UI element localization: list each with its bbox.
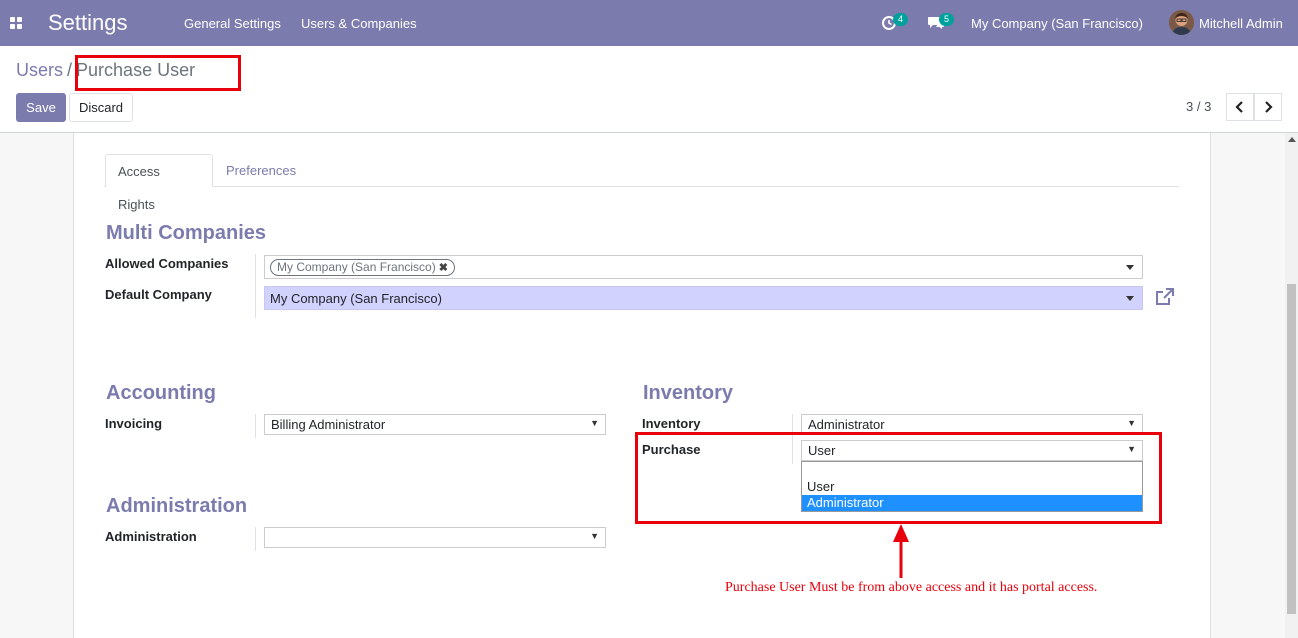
administration-select[interactable]: ▼ <box>264 527 606 548</box>
select-arrow-icon: ▼ <box>590 531 599 541</box>
annotation-arrow-icon <box>893 524 909 578</box>
scroll-thumb[interactable] <box>1287 284 1296 614</box>
allowed-companies-field[interactable]: My Company (San Francisco) ✖ <box>264 255 1143 279</box>
tab-access-rights[interactable]: Access Rights <box>105 154 213 212</box>
select-arrow-icon: ▼ <box>590 418 599 428</box>
group-title-administration: Administration <box>106 495 248 517</box>
chevron-down-icon[interactable] <box>1126 296 1134 301</box>
activity-count-badge: 4 <box>893 13 908 26</box>
label-separator <box>255 414 256 438</box>
label-administration: Administration <box>105 529 197 544</box>
company-switcher[interactable]: My Company (San Francisco) <box>971 16 1143 31</box>
breadcrumb-separator: / <box>67 60 73 80</box>
group-title-inventory: Inventory <box>643 382 734 404</box>
select-arrow-icon: ▼ <box>1127 418 1136 428</box>
label-inventory: Inventory <box>642 416 701 431</box>
highlight-box-purchase <box>635 432 1162 524</box>
vertical-scrollbar[interactable] <box>1285 133 1298 638</box>
pager-next-button[interactable] <box>1254 93 1282 121</box>
apps-grid-icon[interactable] <box>10 17 22 29</box>
label-invoicing: Invoicing <box>105 416 163 431</box>
pager-previous-button[interactable] <box>1226 93 1254 121</box>
group-title-multi-companies: Multi Companies <box>106 222 267 244</box>
invoicing-select[interactable]: Billing Administrator ▼ <box>264 414 606 435</box>
chevron-down-icon[interactable] <box>1126 265 1134 270</box>
company-tag: My Company (San Francisco) ✖ <box>270 259 455 276</box>
user-avatar[interactable] <box>1169 10 1194 35</box>
group-title-accounting: Accounting <box>106 382 216 404</box>
save-button[interactable]: Save <box>16 93 66 122</box>
discard-button[interactable]: Discard <box>69 93 133 122</box>
menu-general-settings[interactable]: General Settings <box>184 16 281 31</box>
chevron-left-icon <box>1235 101 1243 113</box>
message-count-badge: 5 <box>939 13 954 26</box>
breadcrumb-users-link[interactable]: Users <box>16 60 63 80</box>
menu-users-companies[interactable]: Users & Companies <box>301 16 417 31</box>
tab-preferences[interactable]: Preferences <box>214 154 308 187</box>
label-allowed-companies: Allowed Companies <box>105 256 229 271</box>
top-navbar: Settings General Settings Users & Compan… <box>0 0 1298 46</box>
pager-value[interactable]: 3 / 3 <box>1186 99 1211 114</box>
label-default-company: Default Company <box>105 287 212 302</box>
label-separator <box>255 527 256 551</box>
scroll-up-arrow-icon[interactable] <box>1288 137 1296 142</box>
highlight-box-title <box>75 55 241 91</box>
chevron-right-icon <box>1265 101 1273 113</box>
form-sheet <box>73 133 1211 638</box>
annotation-note: Purchase User Must be from above access … <box>725 580 1098 595</box>
user-menu[interactable]: Mitchell Admin <box>1199 16 1283 31</box>
app-title[interactable]: Settings <box>48 10 128 36</box>
tag-remove-icon[interactable]: ✖ <box>439 261 448 276</box>
label-separator <box>255 254 256 318</box>
default-company-field[interactable]: My Company (San Francisco) <box>264 286 1143 310</box>
external-link-icon[interactable] <box>1155 288 1175 306</box>
